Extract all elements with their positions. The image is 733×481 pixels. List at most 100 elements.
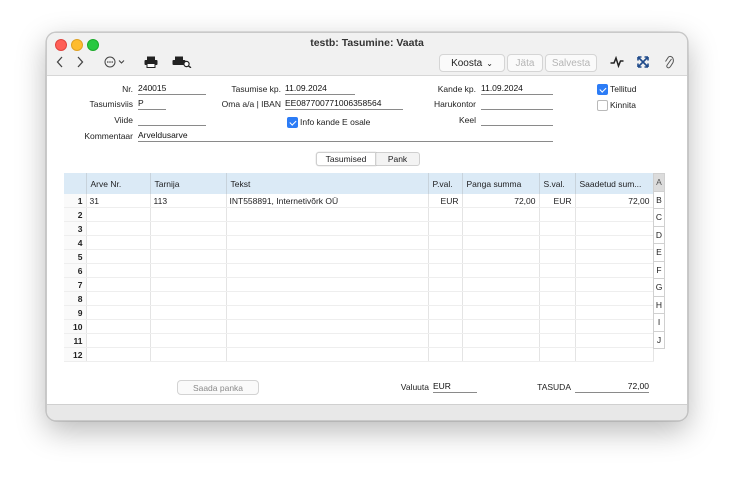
table-cell-tarnija[interactable] xyxy=(150,319,227,334)
table-cell-arve[interactable] xyxy=(86,277,151,292)
table-cell-tekst[interactable] xyxy=(226,347,429,362)
nr-field[interactable]: 240015 xyxy=(138,83,206,95)
jata-button[interactable]: Jäta xyxy=(507,54,543,72)
table-cell-sval[interactable] xyxy=(539,319,576,334)
table-cell-panga[interactable] xyxy=(462,263,540,278)
table-cell-tarnija[interactable] xyxy=(150,221,227,236)
table-row[interactable]: 11 xyxy=(64,333,654,348)
table-row[interactable]: 7 xyxy=(64,277,654,292)
tab-tasumised[interactable]: Tasumised xyxy=(316,152,376,166)
table-cell-saadetud[interactable] xyxy=(575,249,654,264)
table-cell-arve[interactable] xyxy=(86,319,151,334)
table-cell-arve[interactable]: 31 xyxy=(86,194,151,208)
table-cell-saadetud[interactable] xyxy=(575,291,654,306)
table-cell-panga[interactable] xyxy=(462,249,540,264)
column-header[interactable]: Panga summa xyxy=(462,173,540,194)
table-cell-arve[interactable] xyxy=(86,221,151,236)
saada-panka-button[interactable]: Saada panka xyxy=(177,380,259,395)
table-cell-panga[interactable] xyxy=(462,277,540,292)
table-cell-panga[interactable] xyxy=(462,291,540,306)
table-cell-sval[interactable] xyxy=(539,277,576,292)
table-cell-tarnija[interactable] xyxy=(150,291,227,306)
table-cell-sval[interactable] xyxy=(539,235,576,250)
table-row[interactable]: 12 xyxy=(64,347,654,362)
letter-index-item[interactable]: I xyxy=(653,314,665,332)
table-cell-panga[interactable] xyxy=(462,305,540,320)
table-cell-pval[interactable] xyxy=(428,207,463,222)
table-cell-pval[interactable] xyxy=(428,305,463,320)
print-preview-icon[interactable] xyxy=(171,53,193,71)
table-cell-tarnija[interactable] xyxy=(150,207,227,222)
expand-icon[interactable] xyxy=(635,53,651,71)
table-cell-tarnija[interactable] xyxy=(150,277,227,292)
viide-field[interactable] xyxy=(138,114,206,126)
letter-index-item[interactable]: H xyxy=(653,296,665,314)
table-cell-saadetud[interactable]: 72,00 xyxy=(575,194,654,208)
table-cell-tarnija[interactable] xyxy=(150,249,227,264)
table-cell-sval[interactable] xyxy=(539,249,576,264)
koosta-button[interactable]: Koosta ⌄ xyxy=(439,54,505,72)
table-cell-arve[interactable] xyxy=(86,305,151,320)
table-cell-sval[interactable] xyxy=(539,291,576,306)
letter-index-item[interactable]: B xyxy=(653,191,665,209)
table-cell-panga[interactable] xyxy=(462,319,540,334)
table-cell-saadetud[interactable] xyxy=(575,235,654,250)
letter-index-item[interactable]: A xyxy=(653,173,665,192)
table-cell-sval[interactable] xyxy=(539,221,576,236)
table-row[interactable]: 1 31 113 INT558891, Internetivõrk OÜ EUR 72,0… xyxy=(64,194,654,208)
column-header[interactable]: S.val. xyxy=(539,173,576,194)
table-cell-arve[interactable] xyxy=(86,207,151,222)
table-cell-pval[interactable] xyxy=(428,263,463,278)
table-row[interactable]: 6 xyxy=(64,263,654,278)
letter-index-item[interactable]: D xyxy=(653,226,665,244)
activity-icon[interactable] xyxy=(609,53,625,71)
table-cell-panga[interactable] xyxy=(462,221,540,236)
table-cell-tekst[interactable] xyxy=(226,333,429,348)
table-cell-sval[interactable] xyxy=(539,347,576,362)
table-cell-sval[interactable] xyxy=(539,305,576,320)
table-cell-sval[interactable]: EUR xyxy=(539,194,576,208)
table-cell-arve[interactable] xyxy=(86,347,151,362)
table-row[interactable]: 3 xyxy=(64,221,654,236)
table-cell-arve[interactable] xyxy=(86,333,151,348)
table-cell-panga[interactable]: 72,00 xyxy=(462,194,540,208)
table-cell-panga[interactable] xyxy=(462,207,540,222)
harukontor-field[interactable] xyxy=(481,98,553,110)
table-cell-tarnija[interactable] xyxy=(150,263,227,278)
table-cell-pval[interactable] xyxy=(428,347,463,362)
table-cell-arve[interactable] xyxy=(86,249,151,264)
table-row[interactable]: 10 xyxy=(64,319,654,334)
paperclip-icon[interactable] xyxy=(661,53,677,71)
table-cell-tekst[interactable] xyxy=(226,291,429,306)
table-cell-tekst[interactable]: INT558891, Internetivõrk OÜ xyxy=(226,194,429,208)
table-cell-panga[interactable] xyxy=(462,333,540,348)
table-cell-saadetud[interactable] xyxy=(575,347,654,362)
table-cell-tarnija[interactable] xyxy=(150,347,227,362)
table-cell-saadetud[interactable] xyxy=(575,319,654,334)
table-row[interactable]: 9 xyxy=(64,305,654,320)
tasumisviis-field[interactable]: P xyxy=(138,98,166,110)
table-cell-tarnija[interactable] xyxy=(150,235,227,250)
tellitud-checkbox[interactable] xyxy=(597,84,608,95)
printer-icon[interactable] xyxy=(143,53,159,71)
table-cell-tekst[interactable] xyxy=(226,319,429,334)
table-cell-panga[interactable] xyxy=(462,235,540,250)
table-cell-arve[interactable] xyxy=(86,263,151,278)
table-cell-tekst[interactable] xyxy=(226,235,429,250)
table-cell-pval[interactable] xyxy=(428,235,463,250)
valuuta-field[interactable]: EUR xyxy=(433,381,477,393)
letter-index-item[interactable]: E xyxy=(653,244,665,262)
table-cell-panga[interactable] xyxy=(462,347,540,362)
table-row[interactable]: 8 xyxy=(64,291,654,306)
letter-index-item[interactable]: F xyxy=(653,261,665,279)
keel-field[interactable] xyxy=(481,114,553,126)
salvesta-button[interactable]: Salvesta xyxy=(545,54,597,72)
table-cell-pval[interactable] xyxy=(428,249,463,264)
table-row[interactable]: 5 xyxy=(64,249,654,264)
table-cell-tekst[interactable] xyxy=(226,305,429,320)
chevron-left-icon[interactable] xyxy=(53,53,67,71)
table-cell-tarnija[interactable] xyxy=(150,333,227,348)
table-cell-arve[interactable] xyxy=(86,291,151,306)
table-cell-tekst[interactable] xyxy=(226,263,429,278)
column-header[interactable]: Arve Nr. xyxy=(86,173,151,194)
